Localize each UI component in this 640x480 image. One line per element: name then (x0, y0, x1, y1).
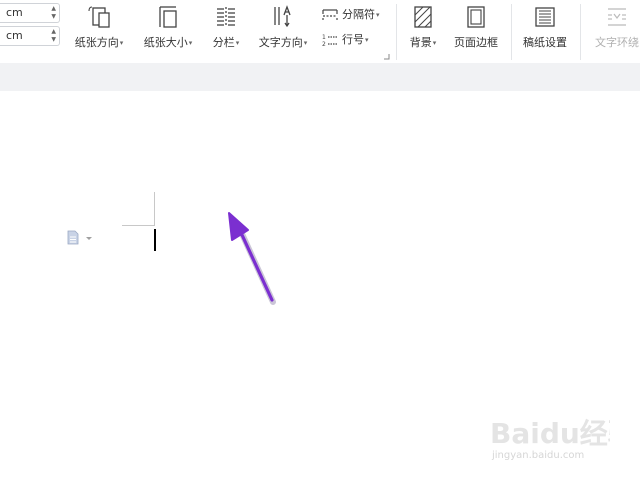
watermark-brand: Baidu经验 (490, 417, 610, 450)
watermark-url: jingyan.baidu.com (492, 450, 585, 461)
baidu-watermark-logo: Baidu经验 (490, 417, 610, 450)
